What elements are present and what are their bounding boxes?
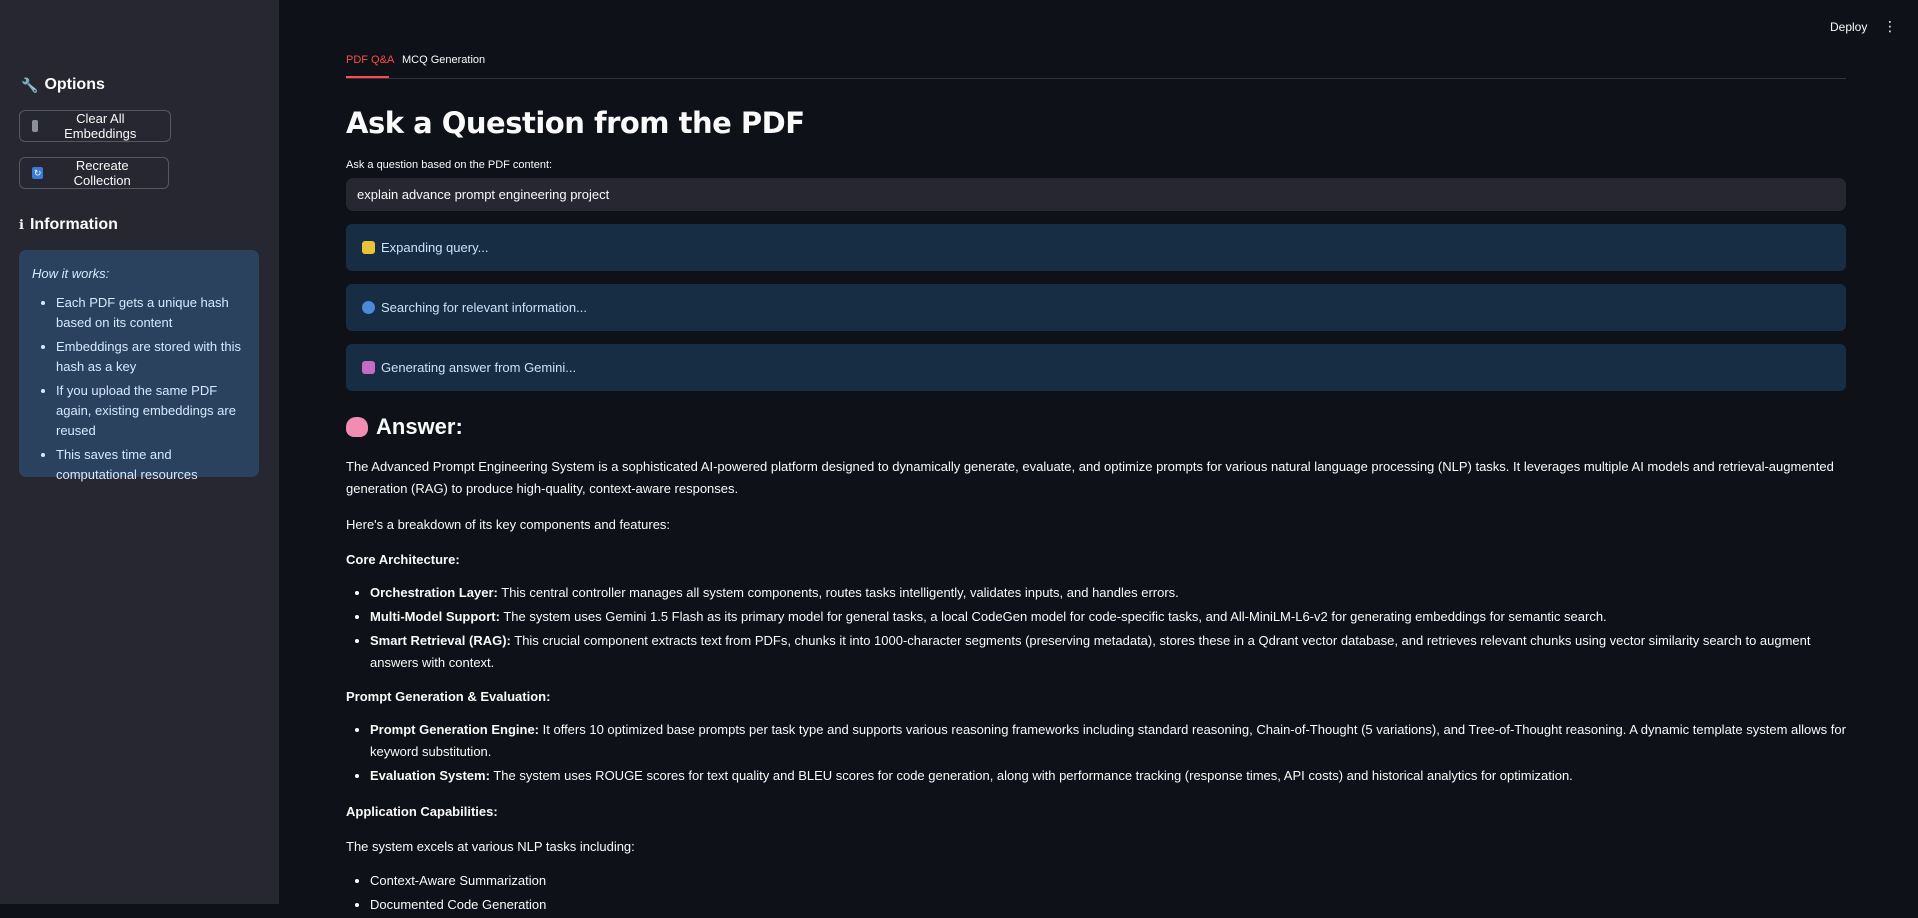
robot-icon: [362, 361, 375, 374]
options-heading: 🔧 Options: [21, 76, 105, 94]
list-item: Multi-Model Support: The system uses Gem…: [370, 606, 1846, 628]
tab-bar: PDF Q&A MCQ Generation: [346, 50, 1846, 79]
status-searching: Searching for relevant information...: [346, 284, 1846, 331]
item-text: This crucial component extracts text fro…: [370, 633, 1811, 670]
list-item: Prompt Generation Engine: It offers 10 o…: [370, 719, 1846, 763]
question-input[interactable]: [346, 178, 1846, 211]
item-term: Orchestration Layer:: [370, 585, 498, 600]
sidebar: 🔧 Options Clear All Embeddings ↻ Recreat…: [0, 0, 279, 904]
active-tab-indicator: [346, 76, 389, 78]
wrench-icon: 🔧: [21, 76, 39, 93]
brain-icon: [346, 417, 368, 437]
status-text: Searching for relevant information...: [381, 300, 587, 315]
list-item: Evaluation System: The system uses ROUGE…: [370, 765, 1846, 787]
answer-heading: Answer:: [346, 414, 463, 440]
list-item: Documented Code Generation: [370, 894, 1846, 916]
generation-list: Prompt Generation Engine: It offers 10 o…: [346, 719, 1846, 789]
search-icon: [362, 301, 375, 314]
options-heading-text: Options: [44, 76, 105, 93]
core-list: Orchestration Layer: This central contro…: [346, 582, 1846, 676]
deploy-button[interactable]: Deploy: [1830, 20, 1867, 34]
status-expanding: Expanding query...: [346, 224, 1846, 271]
list-item: Context-Aware Summarization: [370, 870, 1846, 892]
item-text: It offers 10 optimized base prompts per …: [370, 722, 1846, 759]
section-core-architecture: Core Architecture:: [346, 552, 460, 567]
clear-embeddings-label: Clear All Embeddings: [64, 111, 137, 141]
recreate-collection-button[interactable]: ↻ Recreate Collection: [19, 157, 169, 189]
refresh-icon: ↻: [32, 167, 44, 179]
status-text: Generating answer from Gemini...: [381, 360, 577, 375]
tab-pdf-qa[interactable]: PDF Q&A: [346, 54, 394, 66]
tab-mcq-generation[interactable]: MCQ Generation: [402, 54, 485, 66]
information-heading-text: Information: [29, 216, 118, 233]
question-label: Ask a question based on the PDF content:: [346, 159, 553, 171]
item-text: The system uses Gemini 1.5 Flash as its …: [499, 609, 1607, 624]
recreate-collection-label: Recreate Collection: [73, 158, 131, 188]
section-prompt-generation: Prompt Generation & Evaluation:: [346, 689, 551, 704]
clear-embeddings-button[interactable]: Clear All Embeddings: [19, 110, 171, 142]
answer-heading-text: Answer:: [376, 414, 463, 439]
info-item: This saves time and computational resour…: [56, 445, 245, 485]
info-item: Each PDF gets a unique hash based on its…: [56, 293, 245, 333]
answer-intro: The Advanced Prompt Engineering System i…: [346, 459, 1834, 496]
info-icon: ℹ: [19, 217, 24, 232]
answer-breakdown: Here's a breakdown of its key components…: [346, 517, 671, 532]
sparkles-icon: [362, 241, 375, 254]
status-generating: Generating answer from Gemini...: [346, 344, 1846, 391]
info-item: If you upload the same PDF again, existi…: [56, 381, 245, 441]
status-text: Expanding query...: [381, 240, 489, 255]
page-title: Ask a Question from the PDF: [346, 106, 805, 140]
how-it-works-label: How it works:: [32, 266, 110, 281]
menu-kebab-icon[interactable]: ⋮: [1883, 19, 1897, 33]
item-term: Prompt Generation Engine:: [370, 722, 540, 737]
item-text: The system uses ROUGE scores for text qu…: [489, 768, 1573, 783]
trash-icon: [32, 120, 38, 132]
info-item: Embeddings are stored with this hash as …: [56, 337, 245, 377]
item-term: Smart Retrieval (RAG):: [370, 633, 511, 648]
info-box: How it works: Each PDF gets a unique has…: [19, 250, 259, 482]
capabilities-list: Context-Aware Summarization Documented C…: [346, 870, 1846, 918]
item-term: Multi-Model Support:: [370, 609, 500, 624]
capabilities-intro: The system excels at various NLP tasks i…: [346, 839, 635, 854]
item-text: This central controller manages all syst…: [497, 585, 1179, 600]
item-term: Evaluation System:: [370, 768, 490, 783]
section-application-capabilities: Application Capabilities:: [346, 804, 498, 819]
information-heading: ℹ Information: [19, 216, 118, 234]
list-item: Orchestration Layer: This central contro…: [370, 582, 1846, 604]
list-item: Smart Retrieval (RAG): This crucial comp…: [370, 630, 1846, 674]
info-list: Each PDF gets a unique hash based on its…: [32, 293, 245, 485]
